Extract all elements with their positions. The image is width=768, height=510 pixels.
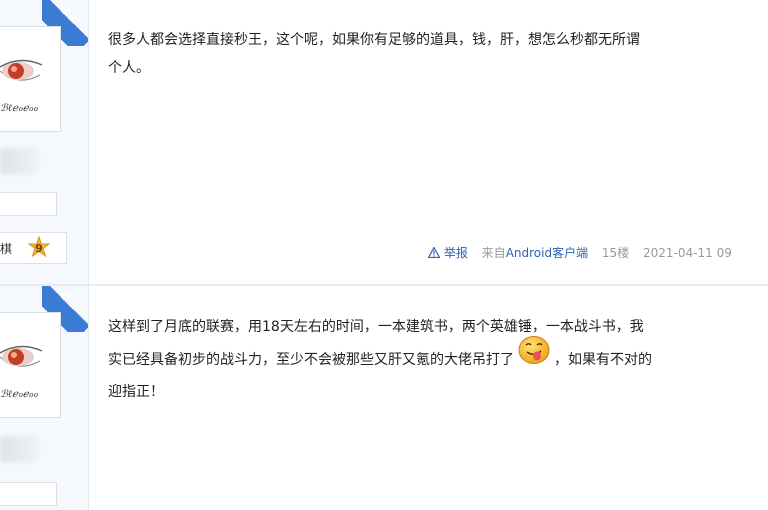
- eye-avatar-icon: [0, 345, 43, 367]
- user-info-box: [0, 192, 57, 216]
- eye-avatar-icon: [0, 59, 43, 81]
- post-content: 这样到了月底的联赛，用18天左右的时间，一本建筑书，两个英雄锤，一本战斗书，我 …: [108, 312, 768, 408]
- report-link[interactable]: 举报: [427, 246, 472, 260]
- post-timestamp: 2021-04-11 09: [643, 246, 732, 260]
- level-label: 棋: [0, 242, 13, 256]
- content-line: 很多人都会选择直接秒王，这个呢，如果你有足够的道具，钱，肝，想怎么秒都无所谓: [108, 32, 640, 48]
- user-info-box: [0, 482, 57, 506]
- post-floor-16: 楼主 ℬℓℯℴℯℴℴ 这样到了月底的联赛，用18天左右的时间，一本建筑书，两个英…: [0, 286, 768, 510]
- signature-text: ℬℓℯℴℯℴℴ: [0, 103, 38, 114]
- avatar[interactable]: ℬℓℯℴℯℴℴ: [0, 312, 61, 418]
- client-source: 来自Android客户端: [481, 246, 589, 260]
- content-line: 这样到了月底的联赛，用18天左右的时间，一本建筑书，两个英雄锤，一本战斗书，我: [108, 319, 644, 335]
- content-line-with-emoji: 实已经具备初步的战斗力，至少不会被那些又肝又氪的大佬吊打了 ，如果有不对的: [108, 336, 768, 377]
- signature-text: ℬℓℯℴℯℴℴ: [0, 389, 38, 400]
- post-floor-15: 楼主 ℬℓℯℴℯℴℴ 棋 9 很多人都会选择直接秒王，这个呢，如果你有足够的道具…: [0, 0, 768, 284]
- content-line: 迎指正！: [108, 384, 164, 400]
- content-line: 个人。: [108, 60, 150, 76]
- post-meta: 举报 来自Android客户端 15楼 2021-04-11 09: [427, 244, 742, 261]
- floor-number: 15楼: [601, 246, 630, 260]
- level-badge: 9: [27, 235, 51, 260]
- android-client-link[interactable]: Android客户端: [506, 246, 588, 260]
- username-blurred[interactable]: [0, 436, 38, 462]
- level-box[interactable]: 棋 9: [0, 232, 67, 264]
- warning-icon: [427, 246, 441, 259]
- username-blurred[interactable]: [0, 148, 38, 174]
- avatar[interactable]: ℬℓℯℴℯℴℴ: [0, 26, 61, 132]
- post-content: 很多人都会选择直接秒王，这个呢，如果你有足够的道具，钱，肝，想怎么秒都无所谓 个…: [108, 26, 768, 82]
- tongue-out-emoji-icon: [517, 335, 551, 377]
